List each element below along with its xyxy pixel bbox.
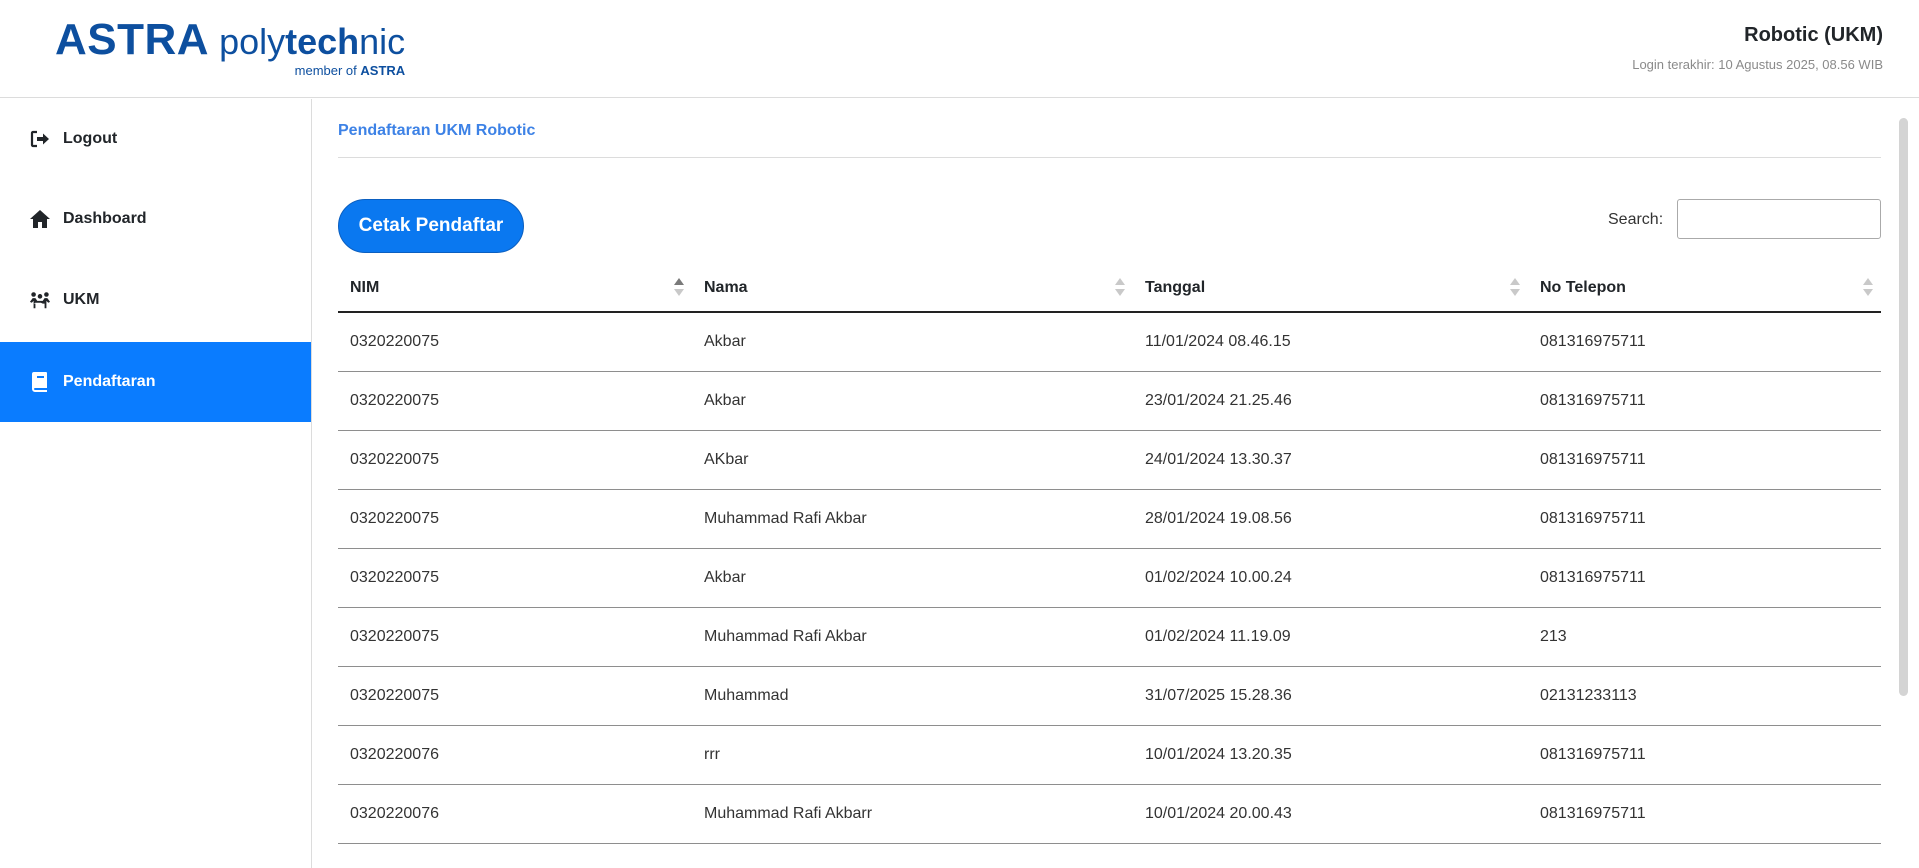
sidebar: Logout Dashboard UKM Pendaftaran (0, 99, 312, 868)
title-divider (338, 157, 1881, 158)
sidebar-item-pendaftaran[interactable]: Pendaftaran (0, 342, 311, 422)
cell-nim: 0320220075 (350, 333, 439, 350)
cell-tanggal: 01/02/2024 11.19.09 (1145, 628, 1291, 645)
column-header-no-telepon[interactable]: No Telepon (1528, 264, 1881, 312)
main-content: Pendaftaran UKM Robotic Cetak Pendaftar … (338, 99, 1881, 868)
cell-nama: Muhammad Rafi Akbar (704, 510, 867, 527)
cell-nim: 0320220075 (350, 510, 439, 527)
page-title: Pendaftaran UKM Robotic (338, 122, 536, 139)
table-row[interactable]: 0320220075 Muhammad 31/07/2025 15.28.36 021… (338, 667, 1881, 726)
table-row[interactable]: 0320220075 Muhammad Rafi Akbar 28/01/2024 … (338, 490, 1881, 549)
cell-nama: Akbar (704, 569, 746, 586)
table-row[interactable]: 0320220075 Akbar 01/02/2024 10.00.24 081316… (338, 549, 1881, 608)
search-label: Search: (1608, 211, 1664, 228)
sort-icon (1863, 278, 1873, 298)
cell-nama: Akbar (704, 392, 746, 409)
book-icon (29, 371, 51, 393)
top-header: ASTRA polytechnic member of ASTRA Roboti… (0, 0, 1919, 98)
sidebar-item-logout[interactable]: Logout (0, 99, 311, 179)
cell-nim: 0320220075 (350, 628, 439, 645)
column-header-nama[interactable]: Nama (692, 264, 1133, 312)
print-registrants-button[interactable]: Cetak Pendaftar (338, 199, 524, 253)
column-header-nim[interactable]: NIM (338, 264, 692, 312)
sidebar-item-label: Dashboard (63, 210, 147, 227)
cell-nama: Muhammad Rafi Akbarr (704, 805, 873, 822)
table-row[interactable]: 0320220075 Akbar 23/01/2024 21.25.46 081316… (338, 372, 1881, 431)
user-name: Robotic (UKM) (1744, 24, 1883, 46)
table-row[interactable]: 0320220075 Muhammad Rafi Akbar 01/02/2024 … (338, 608, 1881, 667)
cell-tanggal: 10/01/2024 13.20.35 (1145, 746, 1292, 763)
column-header-tanggal[interactable]: Tanggal (1133, 264, 1528, 312)
cell-no-telepon: 02131233113 (1540, 687, 1637, 704)
table-row[interactable]: 0320220075 AKbar 24/01/2024 13.30.37 081316… (338, 431, 1881, 490)
cell-nim: 0320220075 (350, 569, 439, 586)
vertical-scrollbar[interactable] (1899, 118, 1908, 696)
table-row[interactable]: 0320220076 Muhammad Rafi Akbarr 10/01/2024… (338, 785, 1881, 844)
table-row[interactable]: 0320220076 rrr 10/01/2024 13.20.35 08131697… (338, 726, 1881, 785)
cell-nim: 0320220076 (350, 746, 439, 763)
sort-ascending-icon (674, 278, 684, 298)
cell-tanggal: 31/07/2025 15.28.36 (1145, 687, 1292, 704)
home-icon (29, 208, 51, 230)
sort-icon (1115, 278, 1125, 298)
cell-no-telepon: 213 (1540, 628, 1567, 645)
sidebar-item-label: Logout (63, 130, 118, 147)
cell-no-telepon: 081316975711 (1540, 392, 1646, 409)
last-login-text: Login terakhir: 10 Agustus 2025, 08.56 W… (1632, 57, 1883, 72)
cell-tanggal: 11/01/2024 08.46.15 (1145, 333, 1291, 350)
cell-nama: Akbar (704, 333, 746, 350)
cell-tanggal: 10/01/2024 20.00.43 (1145, 805, 1292, 822)
group-icon (29, 289, 51, 311)
sort-icon (1510, 278, 1520, 298)
cell-nim: 0320220075 (350, 687, 439, 704)
cell-nama: rrr (704, 746, 720, 763)
cell-tanggal: 23/01/2024 21.25.46 (1145, 392, 1292, 409)
logo-member-text: member of ASTRA (294, 63, 406, 78)
cell-nim: 0320220075 (350, 451, 439, 468)
cell-tanggal: 28/01/2024 19.08.56 (1145, 510, 1292, 527)
table-row[interactable]: 0320220075 Akbar 11/01/2024 08.46.15 081316… (338, 313, 1881, 372)
logo-astra-text: ASTRA (55, 15, 210, 64)
user-info: Robotic (UKM) Login terakhir: 10 Agustus… (1632, 24, 1883, 72)
sidebar-item-label: UKM (63, 291, 100, 308)
cell-nama: Muhammad Rafi Akbar (704, 628, 867, 645)
registrants-table: NIM Nama Tanggal No Telepon 0320220075 Ak… (338, 265, 1881, 844)
search-input[interactable] (1677, 199, 1881, 239)
sidebar-item-label: Pendaftaran (63, 373, 156, 390)
table-body: 0320220075 Akbar 11/01/2024 08.46.15 081316… (338, 313, 1881, 844)
cell-nama: AKbar (704, 451, 749, 468)
table-header: NIM Nama Tanggal No Telepon (338, 265, 1881, 313)
cell-tanggal: 24/01/2024 13.30.37 (1145, 451, 1292, 468)
cell-no-telepon: 081316975711 (1540, 510, 1646, 527)
cell-no-telepon: 081316975711 (1540, 746, 1646, 763)
sidebar-item-dashboard[interactable]: Dashboard (0, 179, 311, 259)
cell-no-telepon: 081316975711 (1540, 569, 1646, 586)
cell-no-telepon: 081316975711 (1540, 805, 1646, 822)
sidebar-item-ukm[interactable]: UKM (0, 260, 311, 340)
cell-no-telepon: 081316975711 (1540, 333, 1646, 350)
cell-nim: 0320220075 (350, 392, 439, 409)
cell-nama: Muhammad (704, 687, 789, 704)
cell-nim: 0320220076 (350, 805, 439, 822)
cell-tanggal: 01/02/2024 10.00.24 (1145, 569, 1292, 586)
cell-no-telepon: 081316975711 (1540, 451, 1646, 468)
astra-polytechnic-logo[interactable]: ASTRA polytechnic member of ASTRA (55, 15, 406, 79)
logout-icon (29, 128, 51, 150)
logo-polytechnic-text: polytechnic (219, 21, 406, 62)
